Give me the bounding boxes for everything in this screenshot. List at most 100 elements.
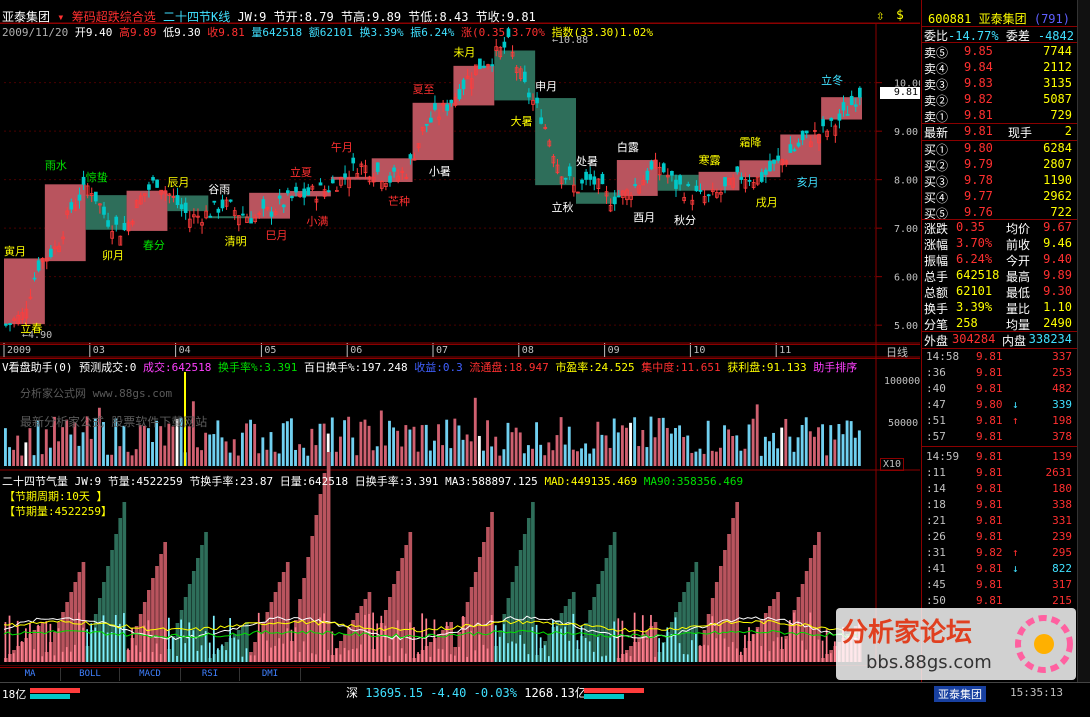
volume-bar — [800, 425, 804, 466]
p2-scale[interactable]: X10 — [880, 458, 905, 471]
tick-price: 9.81 — [976, 366, 1003, 379]
volume-bar — [147, 428, 150, 466]
daily-volume-bar — [347, 650, 350, 662]
candle-body — [768, 161, 772, 172]
tab-dmi[interactable]: DMI — [240, 668, 301, 681]
neipan-value: 338234 — [1028, 332, 1072, 346]
solar-term-label: 卯月 — [102, 249, 125, 263]
daily-volume-bar — [257, 612, 260, 662]
daily-volume-bar — [617, 618, 620, 662]
daily-volume-bar — [576, 640, 579, 662]
candle-body — [796, 142, 801, 147]
volume-bar — [649, 416, 653, 466]
term-volume-bar — [804, 571, 809, 662]
solar-term-label: 立冬 — [821, 74, 844, 88]
volume-bar — [739, 450, 743, 466]
term-volume-bar — [486, 527, 490, 662]
daily-volume-bar — [221, 644, 223, 662]
volume-bar — [857, 430, 861, 466]
month-label: 09 — [607, 345, 620, 356]
tick-volume: 339 — [1052, 398, 1072, 411]
daily-volume-bar — [135, 645, 138, 662]
volume-bar — [375, 446, 379, 466]
tab-rsi[interactable]: RSI — [181, 668, 240, 681]
tab-macd[interactable]: MACD — [120, 668, 181, 681]
daily-volume-bar — [478, 634, 481, 662]
volume-bar — [12, 449, 16, 466]
volume-bar — [16, 435, 20, 466]
candle-body — [592, 176, 597, 185]
status-bar-cyan-2 — [584, 694, 624, 699]
volume-bar — [134, 449, 138, 466]
solar-term-label: 酉月 — [633, 211, 656, 225]
daily-volume-bar — [527, 654, 530, 662]
volume-bar — [424, 424, 428, 466]
bid-volume: 2962 — [1043, 189, 1072, 203]
candle-body — [792, 149, 797, 152]
tab-ma[interactable]: MA — [0, 668, 61, 681]
candle-body — [567, 166, 572, 177]
kline-chart[interactable]: 10.009.008.007.006.005.00 — [0, 0, 920, 666]
daily-volume-bar — [723, 638, 726, 662]
daily-volume-bar — [41, 656, 44, 662]
panel3-title[interactable]: 二十四节气量 — [2, 475, 68, 488]
candle-body — [114, 216, 119, 225]
term-volume-bar — [526, 518, 531, 662]
candle-body — [351, 157, 356, 164]
daily-volume-bar — [196, 650, 199, 662]
daily-volume-bar — [168, 617, 170, 662]
candle-body — [36, 260, 41, 271]
daily-volume-bar — [686, 654, 689, 662]
volume-bar — [187, 426, 191, 466]
scrollbar[interactable] — [1077, 0, 1090, 682]
month-label: 08 — [521, 345, 534, 356]
candle-body — [502, 41, 507, 48]
stock-tab[interactable]: 亚泰集团 — [934, 686, 986, 702]
tick-price: 9.81 — [976, 414, 1003, 427]
daily-volume-bar — [298, 651, 301, 662]
volume-bar — [804, 417, 808, 466]
market-index[interactable]: 深 13695.15 -4.40 -0.03% 1268.13亿 — [346, 684, 587, 701]
quote-row: 总额 62101 最低 9.30 — [924, 284, 1076, 300]
daily-volume-bar — [53, 655, 56, 662]
price-axis-label: 7.00 — [894, 224, 918, 235]
daily-volume-bar — [597, 637, 599, 662]
tick-volume: 295 — [1052, 546, 1072, 559]
volume-bar — [518, 432, 522, 466]
p2-item-sort[interactable]: 助手排序 — [813, 361, 857, 374]
daily-volume-bar — [564, 626, 567, 662]
stat-value: 9.46 — [1043, 236, 1072, 250]
volume-bar — [526, 445, 530, 466]
daily-volume-bar — [437, 648, 440, 662]
forum-logo: 分析家论坛 bbs.88gs.com — [836, 608, 1076, 680]
term-volume-bar — [727, 534, 731, 662]
volume-bar — [171, 426, 175, 466]
candle-body — [228, 199, 233, 202]
solar-term-label: 处暑 — [576, 154, 598, 168]
bid-price: 9.80 — [964, 141, 993, 155]
volume-bar — [200, 450, 203, 466]
stat-value: 642518 — [956, 268, 1000, 282]
p2-item-volume: 成交:642518 — [143, 361, 212, 374]
tab-boll[interactable]: BOLL — [61, 668, 120, 681]
candle-body — [506, 28, 511, 37]
ask-price: 9.84 — [964, 60, 993, 74]
panel2-title[interactable]: V看盘助手(0) — [2, 361, 73, 374]
volume-bar — [723, 425, 726, 466]
tick-time: :45 — [926, 578, 946, 591]
daily-volume-bar — [225, 650, 227, 662]
solar-term-label: 大暑 — [510, 114, 533, 128]
volume-bar — [118, 446, 122, 466]
volume-bar — [412, 426, 416, 466]
period-label[interactable]: 日线 — [886, 344, 908, 360]
volume-bar — [506, 422, 510, 466]
quote-title: 600881 亚泰集团 (791) — [928, 10, 1070, 27]
volume-bar — [240, 432, 244, 466]
candle-body — [392, 167, 396, 172]
daily-volume-bar — [572, 613, 575, 662]
p3-mad: MAD:449135.469 — [544, 475, 638, 488]
daily-volume-bar — [86, 629, 89, 662]
month-label: 07 — [436, 345, 449, 356]
stat-value: 3.70% — [956, 236, 993, 250]
daily-volume-bar — [748, 627, 750, 662]
